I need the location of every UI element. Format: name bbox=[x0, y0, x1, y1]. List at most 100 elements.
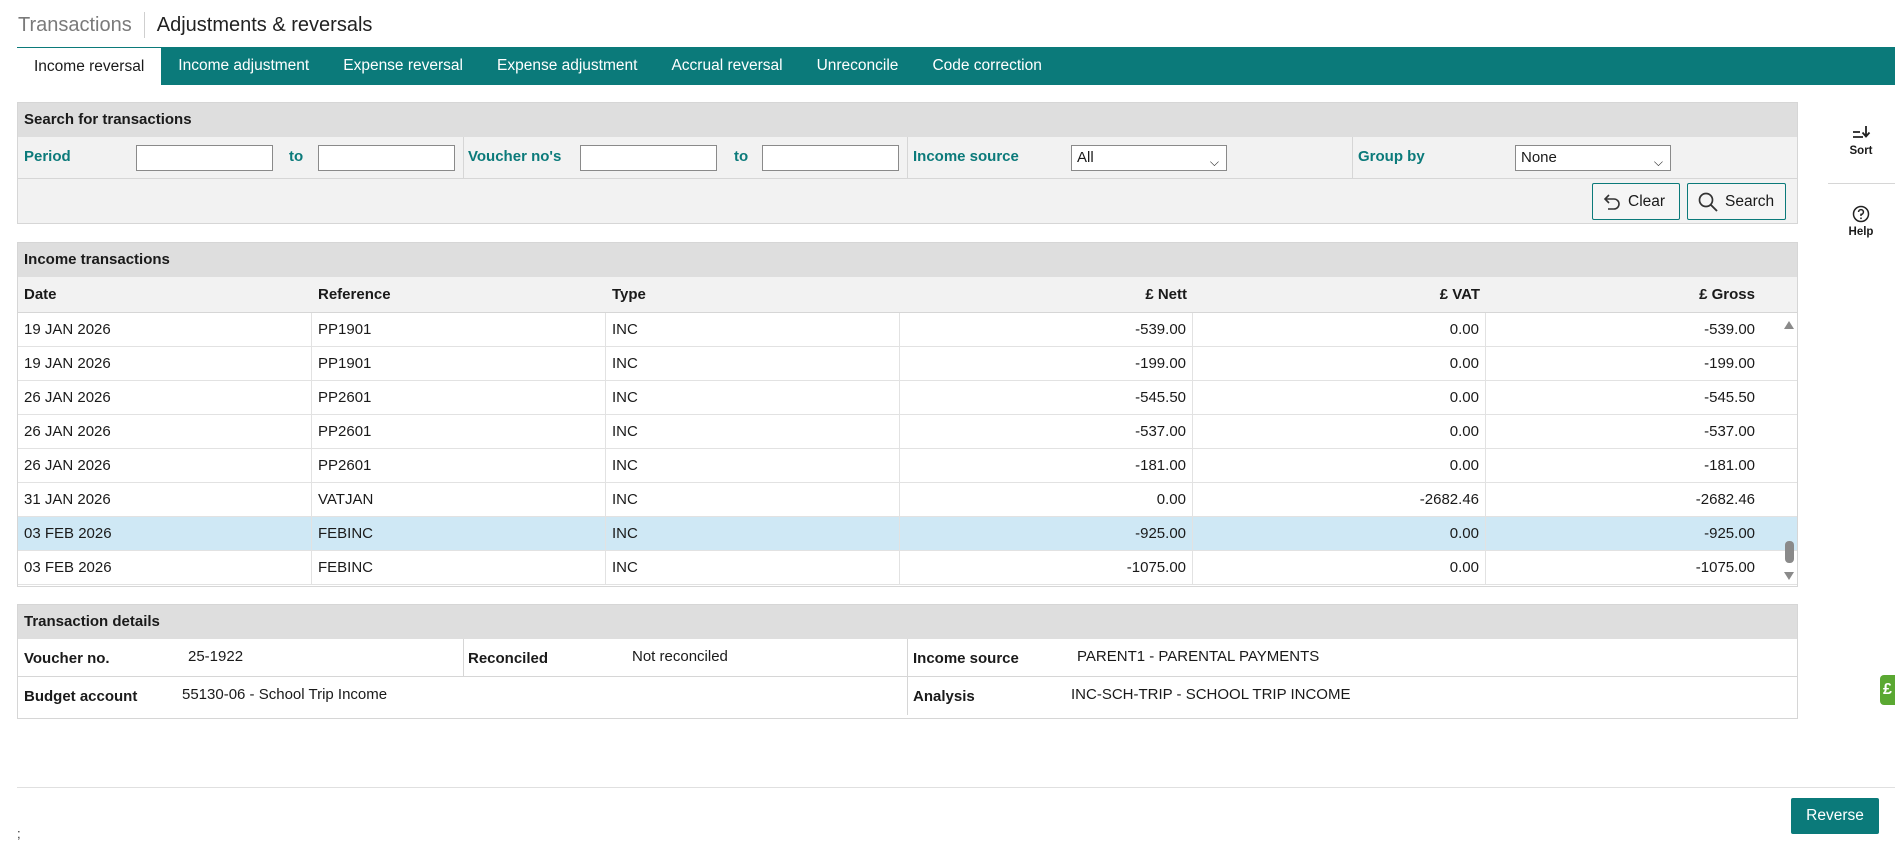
cell-vat: 0.00 bbox=[1193, 347, 1486, 380]
table-row[interactable]: 31 JAN 2026 VATJAN INC 0.00 -2682.46 -26… bbox=[18, 483, 1797, 517]
chevron-down-icon: ⌵ bbox=[1653, 155, 1663, 169]
cell-gross: -925.00 bbox=[1704, 525, 1755, 542]
page-title: Adjustments & reversals bbox=[156, 14, 373, 36]
column-header-nett[interactable]: £ Nett bbox=[900, 277, 1193, 312]
cell-type: INC bbox=[606, 449, 900, 482]
divider bbox=[463, 137, 464, 179]
period-to-label: to bbox=[289, 148, 304, 165]
tab-unreconcile[interactable]: Unreconcile bbox=[800, 47, 916, 85]
cell-type: INC bbox=[606, 483, 900, 516]
table-row[interactable]: 19 JAN 2026 PP1901 INC -539.00 0.00 -539… bbox=[18, 313, 1797, 347]
clear-button-label: Clear bbox=[1628, 192, 1666, 210]
cell-type: INC bbox=[606, 347, 900, 380]
cell-gross: -545.50 bbox=[1704, 389, 1755, 406]
voucher-to-input[interactable] bbox=[762, 145, 899, 171]
table-row[interactable]: 03 FEB 2026 FEBINC INC -1075.00 0.00 -10… bbox=[18, 551, 1797, 585]
voucher-from-input[interactable] bbox=[580, 145, 717, 171]
side-tab-pound-icon[interactable]: £ bbox=[1880, 675, 1895, 705]
sort-label: Sort bbox=[1849, 145, 1873, 157]
clear-button[interactable]: Clear bbox=[1592, 183, 1680, 220]
scroll-down-arrow-icon[interactable] bbox=[1784, 572, 1794, 580]
column-header-date[interactable]: Date bbox=[18, 277, 312, 312]
help-label: Help bbox=[1848, 226, 1874, 238]
cell-nett: -925.00 bbox=[900, 517, 1193, 550]
cell-vat: 0.00 bbox=[1193, 313, 1486, 346]
sort-icon bbox=[1853, 126, 1871, 138]
income-source-select[interactable]: All ⌵ bbox=[1071, 145, 1227, 171]
table-row-selected[interactable]: 03 FEB 2026 FEBINC INC -925.00 0.00 -925… bbox=[18, 517, 1797, 551]
cell-date: 26 JAN 2026 bbox=[18, 415, 312, 448]
tab-income-reversal[interactable]: Income reversal bbox=[17, 48, 162, 85]
cell-gross: -1075.00 bbox=[1695, 559, 1755, 576]
cell-vat: 0.00 bbox=[1193, 517, 1486, 550]
tab-expense-adjustment[interactable]: Expense adjustment bbox=[480, 47, 654, 85]
transactions-table-body: 19 JAN 2026 PP1901 INC -539.00 0.00 -539… bbox=[18, 313, 1797, 585]
income-transactions-panel: Income transactions Date Reference Type … bbox=[17, 242, 1798, 587]
cell-nett: -545.50 bbox=[900, 381, 1193, 414]
voucher-no-label: Voucher no. bbox=[24, 650, 110, 667]
cell-nett: -1075.00 bbox=[900, 551, 1193, 584]
cell-reference: PP2601 bbox=[312, 381, 606, 414]
column-header-gross[interactable]: £ Gross bbox=[1486, 277, 1779, 312]
cell-vat: 0.00 bbox=[1193, 415, 1486, 448]
cell-date: 03 FEB 2026 bbox=[18, 517, 312, 550]
search-icon bbox=[1698, 192, 1718, 212]
tab-code-correction[interactable]: Code correction bbox=[915, 47, 1058, 85]
search-button[interactable]: Search bbox=[1687, 183, 1786, 220]
table-row[interactable]: 26 JAN 2026 PP2601 INC -545.50 0.00 -545… bbox=[18, 381, 1797, 415]
table-row[interactable]: 19 JAN 2026 PP1901 INC -199.00 0.00 -199… bbox=[18, 347, 1797, 381]
cell-gross: -199.00 bbox=[1704, 355, 1755, 372]
tab-income-adjustment[interactable]: Income adjustment bbox=[161, 47, 326, 85]
cell-nett: -199.00 bbox=[900, 347, 1193, 380]
cell-vat: 0.00 bbox=[1193, 449, 1486, 482]
cell-type: INC bbox=[606, 381, 900, 414]
tab-bar: Income reversal Income adjustment Expens… bbox=[17, 47, 1895, 85]
cell-gross: -539.00 bbox=[1704, 321, 1755, 338]
chevron-down-icon: ⌵ bbox=[1209, 155, 1219, 169]
cell-vat: -2682.46 bbox=[1193, 483, 1486, 516]
breadcrumb-section[interactable]: Transactions bbox=[18, 12, 145, 38]
reconciled-value: Not reconciled bbox=[632, 648, 728, 665]
group-by-label: Group by bbox=[1358, 148, 1425, 165]
table-row[interactable]: 26 JAN 2026 PP2601 INC -537.00 0.00 -537… bbox=[18, 415, 1797, 449]
income-source-label: Income source bbox=[913, 148, 1019, 165]
budget-account-value: 55130-06 - School Trip Income bbox=[182, 686, 388, 703]
income-source-detail-value: PARENT1 - PARENTAL PAYMENTS bbox=[1077, 648, 1320, 665]
divider bbox=[907, 639, 908, 677]
tab-expense-reversal[interactable]: Expense reversal bbox=[326, 47, 480, 85]
table-row[interactable]: 26 JAN 2026 PP2601 INC -181.00 0.00 -181… bbox=[18, 449, 1797, 483]
period-to-input[interactable] bbox=[318, 145, 455, 171]
tab-accrual-reversal[interactable]: Accrual reversal bbox=[654, 47, 799, 85]
cell-vat: 0.00 bbox=[1193, 381, 1486, 414]
divider bbox=[1828, 183, 1895, 184]
divider bbox=[1352, 137, 1353, 179]
cell-type: INC bbox=[606, 313, 900, 346]
scrollbar-thumb[interactable] bbox=[1785, 541, 1794, 563]
cell-date: 19 JAN 2026 bbox=[18, 347, 312, 380]
reconciled-label: Reconciled bbox=[468, 650, 549, 667]
reverse-button[interactable]: Reverse bbox=[1791, 798, 1879, 834]
cell-nett: -181.00 bbox=[900, 449, 1193, 482]
cell-date: 26 JAN 2026 bbox=[18, 381, 312, 414]
income-source-detail-label: Income source bbox=[913, 650, 1019, 667]
column-header-type[interactable]: Type bbox=[606, 277, 900, 312]
cell-type: INC bbox=[606, 551, 900, 584]
column-header-reference[interactable]: Reference bbox=[312, 277, 606, 312]
scroll-up-arrow-icon[interactable] bbox=[1784, 321, 1794, 329]
column-header-vat[interactable]: £ VAT bbox=[1193, 277, 1486, 312]
help-button[interactable]: Help bbox=[1826, 205, 1895, 238]
cell-gross: -181.00 bbox=[1704, 457, 1755, 474]
details-row: Budget account 55130-06 - School Trip In… bbox=[18, 677, 1797, 715]
group-by-value: None bbox=[1521, 149, 1557, 166]
divider bbox=[907, 677, 908, 715]
cell-date: 19 JAN 2026 bbox=[18, 313, 312, 346]
group-by-select[interactable]: None ⌵ bbox=[1515, 145, 1671, 171]
cell-nett: 0.00 bbox=[900, 483, 1193, 516]
period-from-input[interactable] bbox=[136, 145, 273, 171]
cell-date: 03 FEB 2026 bbox=[18, 551, 312, 584]
details-panel-title: Transaction details bbox=[18, 605, 1797, 639]
cell-reference: PP2601 bbox=[312, 449, 606, 482]
stray-text: ; bbox=[17, 826, 21, 841]
cell-reference: FEBINC bbox=[312, 551, 606, 584]
sort-button[interactable]: Sort bbox=[1826, 124, 1895, 157]
